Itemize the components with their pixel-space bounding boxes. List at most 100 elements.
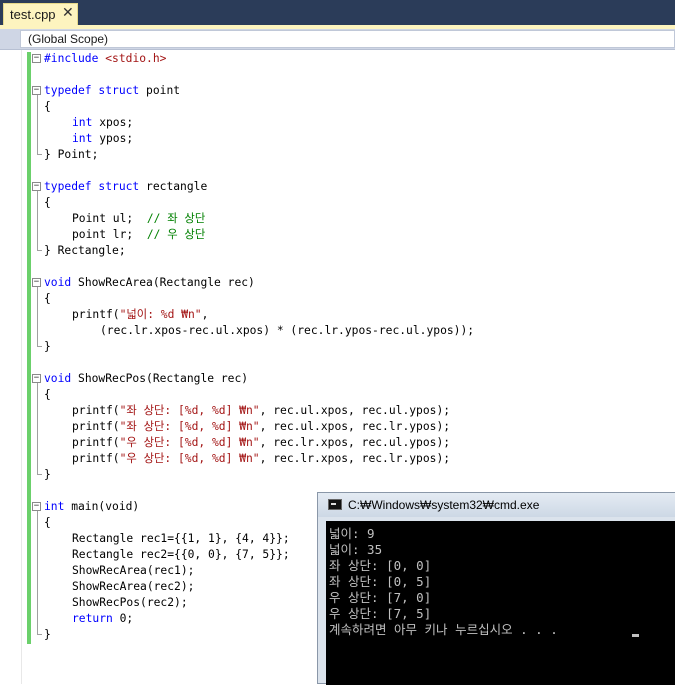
- identifier: , rec.ul.xpos, rec.ul.ypos);: [259, 404, 451, 417]
- code-line: }: [44, 468, 51, 481]
- comment: // 좌 상단: [146, 212, 206, 225]
- code-line: {: [44, 100, 51, 113]
- keyword: typedef: [44, 84, 92, 97]
- collapse-icon[interactable]: −: [32, 54, 41, 63]
- console-line: 우 상단: [7, 0]: [329, 590, 432, 605]
- fold-guide-end: [37, 154, 42, 155]
- code-line: void ShowRecArea(Rectangle rec): [44, 275, 255, 291]
- identifier: Point ul;: [72, 212, 147, 225]
- keyword: struct: [98, 180, 140, 193]
- console-window[interactable]: C:₩Windows₩system32₩cmd.exe 넓이: 9 넓이: 35…: [317, 492, 675, 685]
- console-line: 우 상단: [7, 5]: [329, 606, 432, 621]
- cmd-icon: [328, 499, 342, 510]
- code-line: } Rectangle;: [44, 244, 126, 257]
- console-line: 넓이: 35: [329, 542, 383, 557]
- collapse-icon[interactable]: −: [32, 374, 41, 383]
- keyword: void: [44, 276, 72, 289]
- code-line: ShowRecPos(rec2);: [72, 596, 188, 609]
- identifier: printf(: [72, 308, 120, 321]
- keyword: void: [44, 372, 72, 385]
- navigation-bar: (Global Scope): [0, 29, 675, 50]
- collapse-icon[interactable]: −: [32, 502, 41, 511]
- code-line: typedef struct rectangle: [44, 179, 207, 195]
- console-line: 좌 상단: [0, 0]: [329, 558, 432, 573]
- collapse-icon[interactable]: −: [32, 86, 41, 95]
- code-line: printf("우 상단: [%d, %d] ₩n", rec.lr.xpos,…: [72, 451, 450, 467]
- console-output[interactable]: 넓이: 9 넓이: 35 좌 상단: [0, 0] 좌 상단: [0, 5] 우…: [326, 521, 675, 685]
- keyword: int: [72, 132, 93, 145]
- code-line: {: [44, 292, 51, 305]
- scope-dropdown[interactable]: (Global Scope): [20, 30, 675, 48]
- code-line: printf("좌 상단: [%d, %d] ₩n", rec.ul.xpos,…: [72, 419, 450, 435]
- identifier: main(void): [64, 500, 140, 513]
- code-line: ShowRecArea(rec2);: [72, 580, 195, 593]
- identifier: ShowRecPos(Rectangle rec): [71, 372, 249, 385]
- console-title: C:₩Windows₩system32₩cmd.exe: [348, 498, 540, 512]
- console-line: 넓이: 9: [329, 526, 375, 541]
- preprocessor-directive: #include: [44, 52, 99, 65]
- code-line: {: [44, 196, 51, 209]
- fold-guide-end: [37, 346, 42, 347]
- fold-guide: [37, 95, 38, 154]
- identifier: rectangle: [139, 180, 208, 193]
- collapse-icon[interactable]: −: [32, 278, 41, 287]
- code-line: #include <stdio.h>: [44, 51, 166, 67]
- identifier: ShowRecArea(Rectangle rec): [71, 276, 255, 289]
- code-line: printf("우 상단: [%d, %d] ₩n", rec.lr.xpos,…: [72, 435, 450, 451]
- code-line: {: [44, 388, 51, 401]
- code-line: int xpos;: [72, 115, 133, 131]
- keyword: struct: [98, 84, 140, 97]
- string-literal: "좌 상단: [%d, %d] ₩n": [119, 404, 260, 417]
- keyword: typedef: [44, 180, 92, 193]
- keyword: return: [72, 612, 113, 625]
- string-literal: "좌 상단: [%d, %d] ₩n": [119, 420, 260, 433]
- keyword: int: [44, 500, 65, 513]
- string-literal: "넓이: %d ₩n": [119, 308, 202, 321]
- console-line: 좌 상단: [0, 5]: [329, 574, 432, 589]
- identifier: point lr;: [72, 228, 147, 241]
- code-line: printf("좌 상단: [%d, %d] ₩n", rec.ul.xpos,…: [72, 403, 450, 419]
- code-line: void ShowRecPos(Rectangle rec): [44, 371, 248, 387]
- tab-label: test.cpp: [10, 7, 56, 22]
- fold-guide-end: [37, 634, 42, 635]
- change-tracking-bar: [27, 52, 31, 644]
- code-line: int ypos;: [72, 131, 133, 147]
- fold-guide: [37, 383, 38, 474]
- string-literal: "우 상단: [%d, %d] ₩n": [119, 436, 260, 449]
- comment: // 우 상단: [146, 228, 206, 241]
- identifier: 0;: [112, 612, 134, 625]
- include-path: <stdio.h>: [105, 52, 167, 65]
- console-title-bar[interactable]: C:₩Windows₩system32₩cmd.exe: [318, 493, 675, 517]
- identifier: printf(: [72, 452, 120, 465]
- identifier: printf(: [72, 420, 120, 433]
- fold-guide: [37, 191, 38, 250]
- tab-test-cpp[interactable]: test.cpp ✕: [3, 3, 78, 25]
- identifier: printf(: [72, 436, 120, 449]
- collapse-icon[interactable]: −: [32, 182, 41, 191]
- identifier: xpos;: [92, 116, 134, 129]
- identifier: , rec.lr.xpos, rec.ul.ypos);: [259, 436, 451, 449]
- document-tab-strip: test.cpp ✕: [0, 0, 675, 25]
- keyword: int: [72, 116, 93, 129]
- code-line: (rec.lr.xpos-rec.ul.xpos) * (rec.lr.ypos…: [100, 324, 475, 337]
- code-line: int main(void): [44, 499, 139, 515]
- fold-guide-end: [37, 250, 42, 251]
- code-line: return 0;: [72, 611, 133, 627]
- console-line: 계속하려면 아무 키나 누르십시오 . . .: [329, 622, 558, 637]
- code-line: }: [44, 628, 51, 641]
- code-line: printf("넓이: %d ₩n",: [72, 307, 208, 323]
- identifier: ypos;: [92, 132, 134, 145]
- fold-guide: [37, 511, 38, 634]
- fold-guide: [37, 287, 38, 346]
- identifier: , rec.ul.xpos, rec.lr.ypos);: [259, 420, 451, 433]
- code-line: point lr; // 우 상단: [72, 227, 205, 243]
- scope-label: (Global Scope): [28, 32, 109, 46]
- identifier: , rec.lr.xpos, rec.lr.ypos);: [259, 452, 451, 465]
- indicator-margin: [0, 50, 22, 684]
- identifier: point: [139, 84, 181, 97]
- code-line: typedef struct point: [44, 83, 180, 99]
- code-line: Rectangle rec2={{0, 0}, {7, 5}};: [72, 548, 290, 561]
- code-line: Rectangle rec1={{1, 1}, {4, 4}};: [72, 532, 290, 545]
- code-line: {: [44, 516, 51, 529]
- close-icon[interactable]: ✕: [62, 5, 74, 21]
